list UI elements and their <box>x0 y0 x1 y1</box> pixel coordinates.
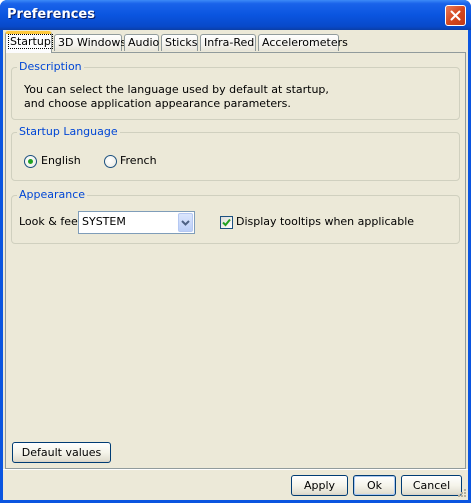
default-values-button-label: Default values <box>21 446 102 459</box>
startup-tab-panel: Description You can select the language … <box>5 52 466 469</box>
tab-sticks-label: Sticks <box>165 36 198 49</box>
tooltips-checkbox[interactable] <box>220 216 233 229</box>
tab-3d-windows[interactable]: 3D Windows <box>54 34 126 51</box>
look-and-feel-combo[interactable]: SYSTEM <box>78 211 195 234</box>
cancel-button[interactable]: Cancel <box>401 475 462 496</box>
look-and-feel-label: Look & feel <box>19 215 81 228</box>
french-radio[interactable] <box>104 155 117 168</box>
apply-button[interactable]: Apply <box>291 475 348 496</box>
checkmark-icon <box>222 218 231 227</box>
tab-startup-label: Startup <box>8 34 53 49</box>
default-values-button[interactable]: Default values <box>12 442 111 463</box>
tab-infra-red[interactable]: Infra-Red <box>200 34 256 51</box>
startup-language-group-title: Startup Language <box>17 125 120 138</box>
look-and-feel-value: SYSTEM <box>82 215 126 228</box>
french-radio-label[interactable]: French <box>120 154 157 167</box>
ok-button[interactable]: Ok <box>353 475 396 496</box>
tab-audio-label: Audio <box>128 36 160 49</box>
tab-accelerometers-label: Accelerometers <box>262 36 348 49</box>
close-icon <box>450 10 461 21</box>
title-bar[interactable]: Preferences <box>0 0 471 30</box>
tab-sticks[interactable]: Sticks <box>161 34 198 51</box>
resize-grip-icon[interactable] <box>455 488 467 500</box>
tab-3d-windows-label: 3D Windows <box>58 36 127 49</box>
startup-language-group: Startup Language English French <box>11 125 460 181</box>
english-radio[interactable] <box>24 155 37 168</box>
tab-startup[interactable]: Startup <box>5 31 53 53</box>
appearance-group-title: Appearance <box>17 188 88 201</box>
tab-strip: Startup 3D Windows Audio Sticks Infra-Re… <box>3 30 468 53</box>
english-radio-label[interactable]: English <box>41 154 81 167</box>
tooltips-checkbox-label[interactable]: Display tooltips when applicable <box>236 215 414 228</box>
cancel-button-label: Cancel <box>412 479 451 492</box>
window-title: Preferences <box>7 7 95 22</box>
close-button[interactable] <box>445 5 466 26</box>
combo-dropdown-button[interactable] <box>178 213 193 232</box>
tab-infra-red-label: Infra-Red <box>204 36 255 49</box>
chevron-down-icon <box>181 219 190 226</box>
radio-selected-dot <box>28 159 33 164</box>
tab-audio[interactable]: Audio <box>124 34 159 51</box>
description-line-1: You can select the language used by defa… <box>24 83 329 96</box>
preferences-window: Preferences Startup 3D Windows Audio Sti… <box>0 0 471 503</box>
apply-button-label: Apply <box>303 479 336 492</box>
appearance-group: Appearance Look & feel SYSTEM Display to <box>11 188 460 244</box>
description-line-2: and choose application appearance parame… <box>24 97 291 110</box>
description-group-title: Description <box>17 60 84 73</box>
dialog-body: Startup 3D Windows Audio Sticks Infra-Re… <box>3 30 468 500</box>
tab-accelerometers[interactable]: Accelerometers <box>258 34 348 51</box>
description-group: Description You can select the language … <box>11 60 460 120</box>
ok-button-label: Ok <box>366 479 383 492</box>
dialog-button-bar: Apply Ok Cancel <box>3 469 468 501</box>
